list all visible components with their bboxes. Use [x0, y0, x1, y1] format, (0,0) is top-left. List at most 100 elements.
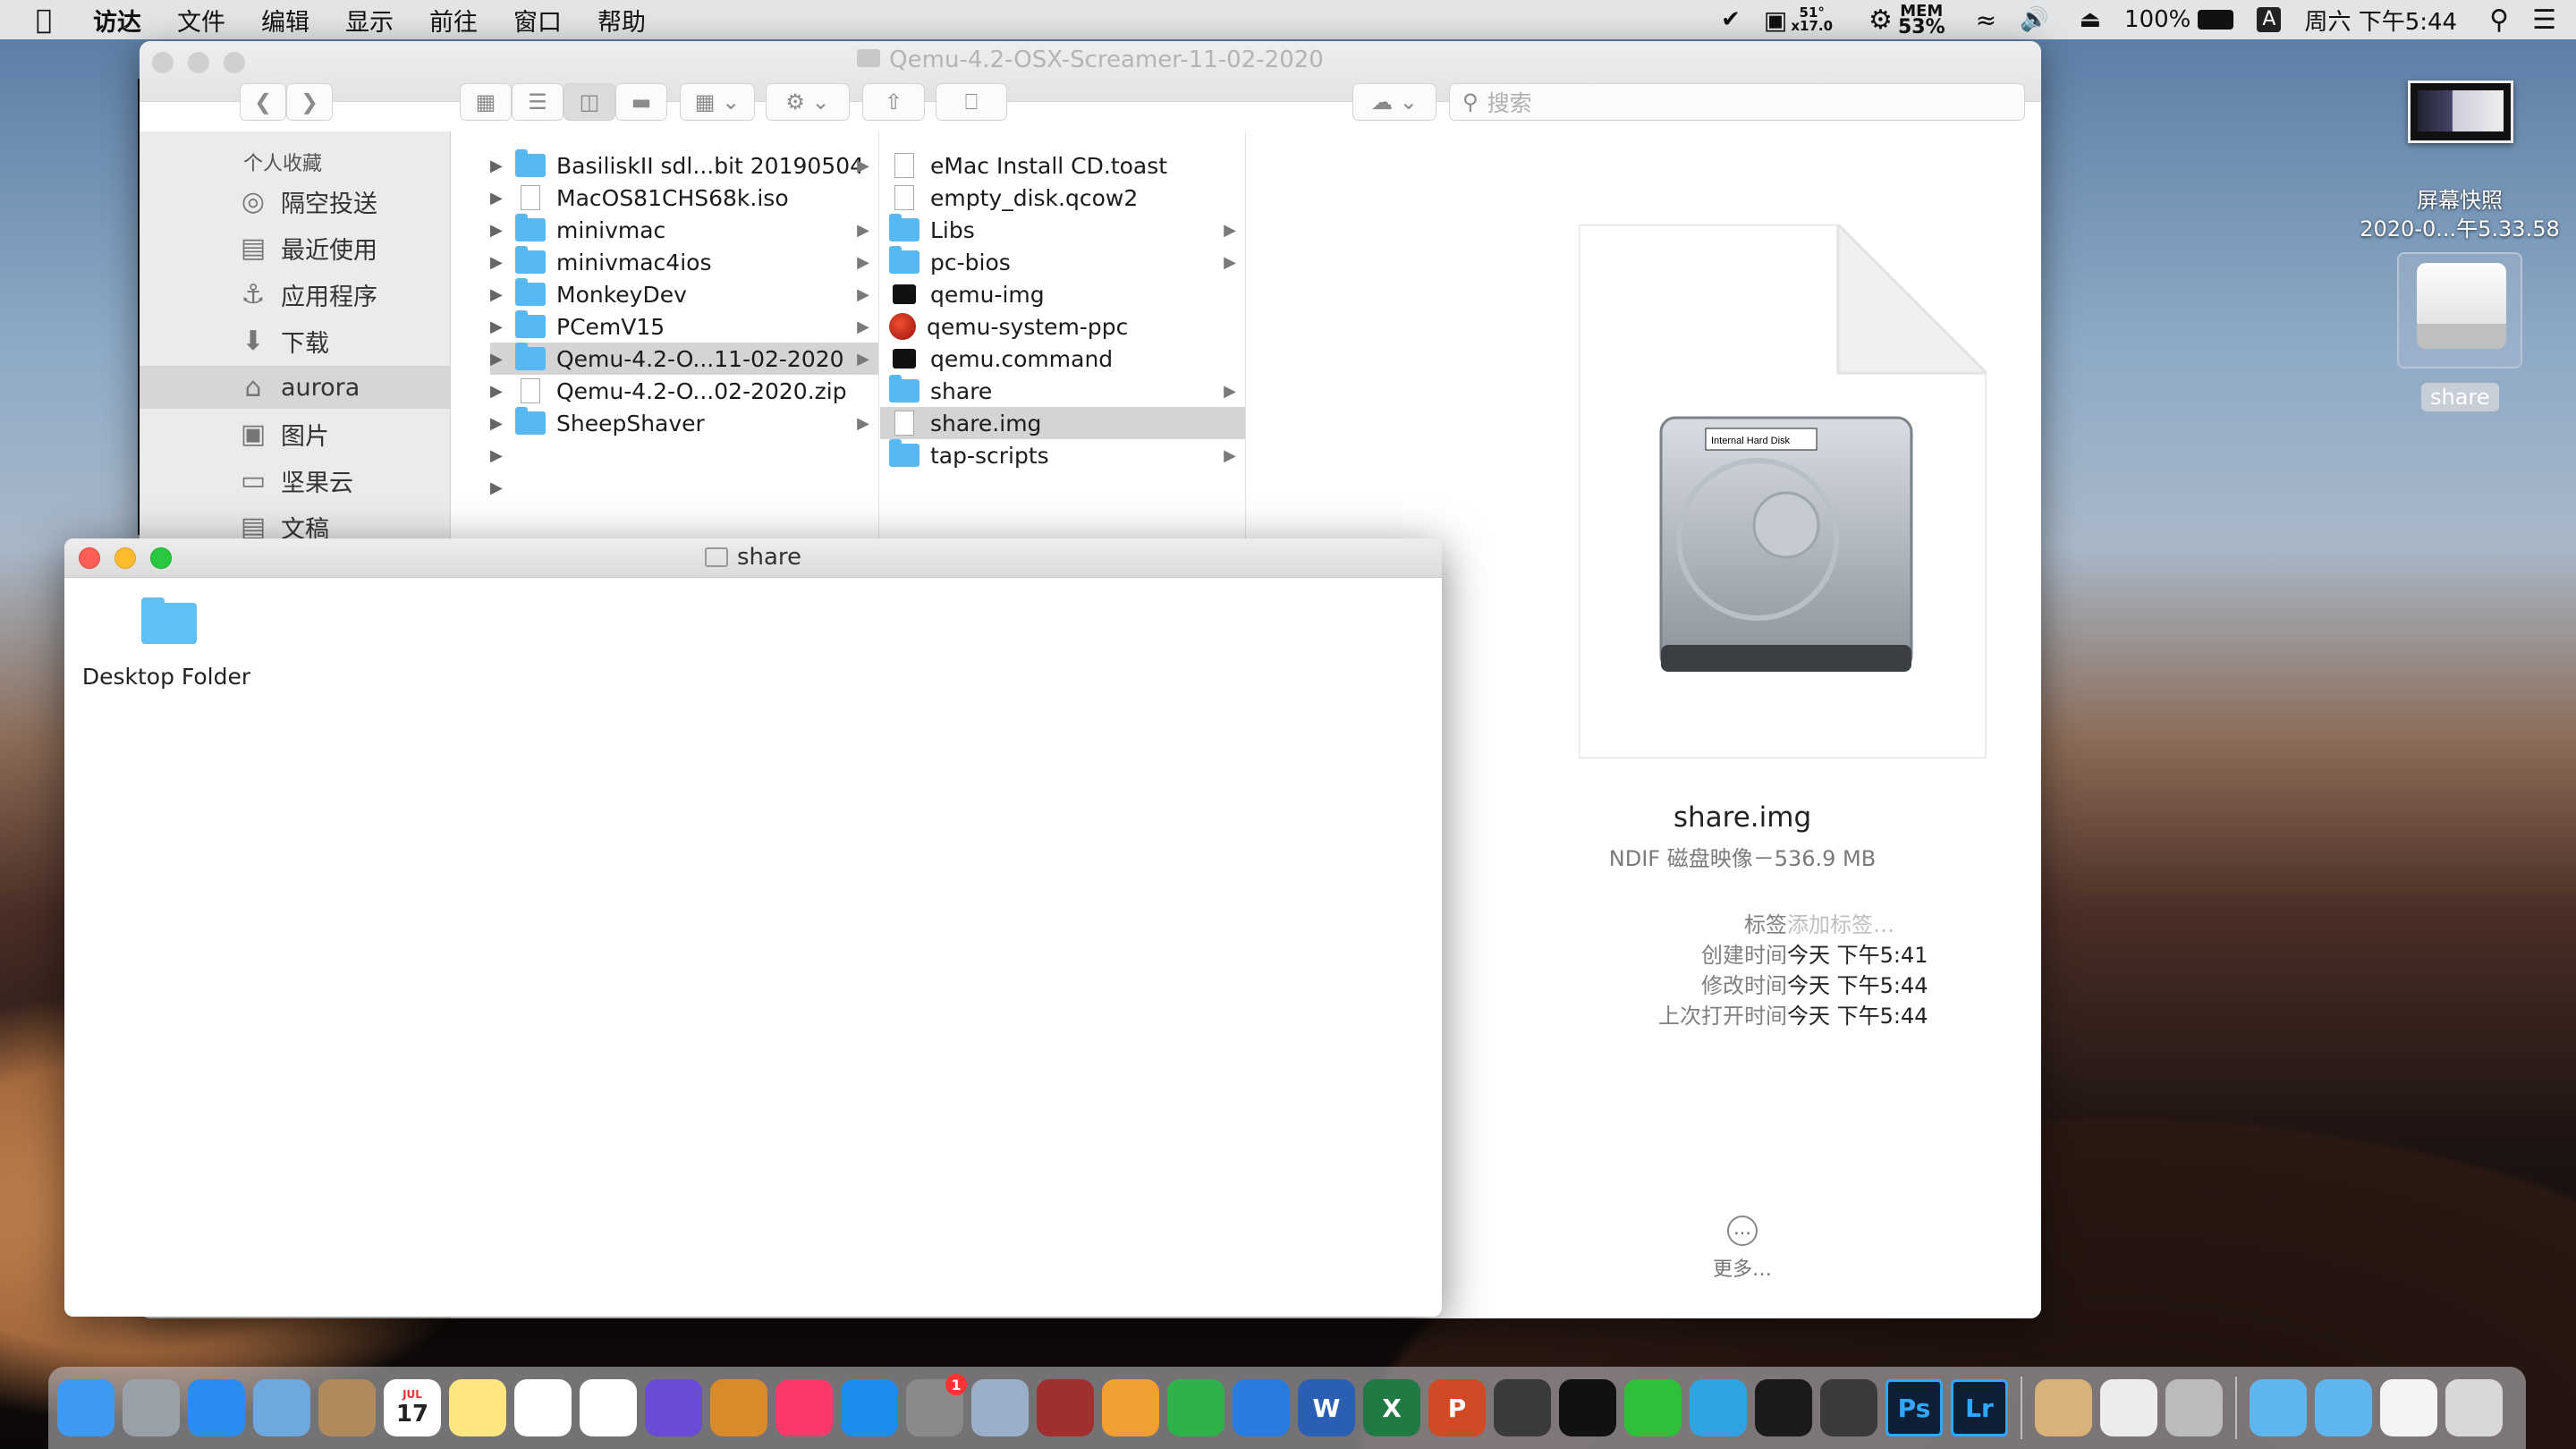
- dock-app-numbers[interactable]: [1167, 1379, 1224, 1436]
- disclosure-triangle-icon[interactable]: ▶: [490, 157, 515, 175]
- menu-app-name[interactable]: 访达: [93, 3, 141, 38]
- more-button[interactable]: … 更多…: [1444, 1215, 2041, 1282]
- disclosure-triangle-icon[interactable]: ▶: [490, 253, 515, 272]
- battery-percent[interactable]: 100%: [2124, 6, 2190, 33]
- file-row[interactable]: ▶ MacOS81CHS68k.iso: [490, 182, 878, 214]
- action-gear-button[interactable]: ⚙ ⌄: [766, 83, 850, 121]
- dock-app-imovie[interactable]: [645, 1379, 702, 1436]
- menubar-clock[interactable]: 周六 下午5:44: [2304, 4, 2457, 37]
- dock-app-image-capture[interactable]: [971, 1379, 1029, 1436]
- dock-app-keynote[interactable]: [1233, 1379, 1290, 1436]
- dock-app-finder[interactable]: [57, 1379, 114, 1436]
- file-row[interactable]: Libs ▶: [880, 214, 1245, 246]
- dock-app-excel[interactable]: X: [1363, 1379, 1420, 1436]
- dock-app-sublime-text[interactable]: [1494, 1379, 1551, 1436]
- dock-app-app-store[interactable]: [841, 1379, 898, 1436]
- icon-view-button[interactable]: ▦: [460, 83, 512, 121]
- menu-help[interactable]: 帮助: [597, 3, 646, 38]
- list-view-button[interactable]: ☰: [512, 83, 564, 121]
- tag-button[interactable]: ⎕: [936, 83, 1007, 121]
- memory-monitor[interactable]: ⚙ MEM 53%: [1868, 4, 1945, 38]
- file-row[interactable]: ▶ minivmac4ios ▶: [490, 246, 878, 278]
- dock-app-launchpad[interactable]: [123, 1379, 180, 1436]
- menu-file[interactable]: 文件: [177, 3, 225, 38]
- screenshot-thumbnail[interactable]: [2408, 80, 2513, 143]
- dock-app-notes[interactable]: [449, 1379, 506, 1436]
- dock-file[interactable]: [2380, 1379, 2437, 1436]
- dock-folder-applications[interactable]: [2250, 1379, 2307, 1436]
- disclosure-triangle-icon[interactable]: ▶: [490, 350, 515, 369]
- dock-app-photos[interactable]: [580, 1379, 637, 1436]
- file-row[interactable]: ▶ Qemu-4.2-O...02-2020.zip: [490, 375, 878, 407]
- file-row[interactable]: share.img: [880, 407, 1245, 439]
- notification-center-icon[interactable]: ☰: [2532, 4, 2556, 36]
- sidebar-item-recents[interactable]: ▤ 最近使用: [236, 226, 451, 269]
- column-view-button[interactable]: ◫: [564, 83, 615, 121]
- dock-app-lightroom[interactable]: Lr: [1951, 1379, 2008, 1436]
- disclosure-triangle-icon[interactable]: ▶: [490, 414, 515, 433]
- dock-app-system-preferences[interactable]: 1: [906, 1374, 967, 1436]
- disclosure-triangle-icon[interactable]: ▶: [490, 285, 515, 304]
- disclosure-triangle-icon[interactable]: ▶: [490, 439, 515, 471]
- eject-icon[interactable]: ⏏: [2079, 6, 2101, 33]
- menu-view[interactable]: 显示: [345, 3, 394, 38]
- dock-stack-utility[interactable]: [2165, 1379, 2223, 1436]
- dock-app-photoshop[interactable]: Ps: [1885, 1379, 1943, 1436]
- menu-go[interactable]: 前往: [429, 3, 478, 38]
- dock-app-telegram[interactable]: [1690, 1379, 1747, 1436]
- disclosure-triangle-icon[interactable]: ▶: [490, 221, 515, 240]
- dock-trash[interactable]: [2445, 1379, 2503, 1436]
- file-row[interactable]: ▶ BasiliskII sdl...bit 20190504 ▶: [490, 149, 878, 182]
- apple-menu-icon[interactable]: : [36, 4, 52, 36]
- desktop-folder-item[interactable]: Desktop Folder: [75, 592, 258, 692]
- dock-app-safari[interactable]: [188, 1379, 245, 1436]
- sidebar-item-downloads[interactable]: ⬇ 下载: [236, 319, 451, 362]
- cpu-monitor[interactable]: ▣ 51° x17.0: [1764, 5, 1833, 35]
- dock-app-reminders[interactable]: [514, 1379, 572, 1436]
- forward-button[interactable]: ❯: [286, 83, 333, 121]
- dock-app-quicktime[interactable]: [1820, 1379, 1877, 1436]
- gallery-view-button[interactable]: ▬: [615, 83, 667, 121]
- dock-folder-documents[interactable]: [2315, 1379, 2372, 1436]
- dropbox-menu-button[interactable]: ☁ ⌄: [1352, 83, 1436, 121]
- file-row[interactable]: ▶ minivmac ▶: [490, 214, 878, 246]
- sidebar-item-applications[interactable]: ⚓ 应用程序: [236, 273, 451, 316]
- dock-app-contacts[interactable]: [318, 1379, 376, 1436]
- menu-edit[interactable]: 编辑: [261, 3, 309, 38]
- dock-app-calendar[interactable]: JUL 17: [384, 1379, 441, 1436]
- sidebar-item-airdrop[interactable]: ◎ 隔空投送: [236, 180, 451, 223]
- back-button[interactable]: ❮: [240, 83, 286, 121]
- disclosure-triangle-icon[interactable]: ▶: [490, 189, 515, 208]
- menu-window[interactable]: 窗口: [513, 3, 562, 38]
- search-field[interactable]: ⚲ 搜索: [1449, 83, 2025, 121]
- dock-app-itunes[interactable]: [775, 1379, 833, 1436]
- file-row[interactable]: qemu-system-ppc: [880, 310, 1245, 343]
- dock-app-qq[interactable]: [1559, 1379, 1616, 1436]
- dock-stack-downloads[interactable]: [2035, 1379, 2092, 1436]
- dock-stack-documents[interactable]: [2100, 1379, 2157, 1436]
- file-row[interactable]: tap-scripts ▶: [880, 439, 1245, 471]
- scrobbler-icon[interactable]: ✔: [1721, 6, 1741, 33]
- share-button[interactable]: ⇧: [862, 83, 925, 121]
- sidebar-item-pictures[interactable]: ▣ 图片: [236, 412, 451, 455]
- wifi-icon[interactable]: ≈: [1976, 5, 1996, 35]
- spotlight-search-icon[interactable]: ⚲: [2489, 4, 2509, 36]
- dock-app-word[interactable]: W: [1298, 1379, 1355, 1436]
- file-row[interactable]: share ▶: [880, 375, 1245, 407]
- share-window[interactable]: share Desktop Folder: [64, 538, 1442, 1317]
- share-volume-icon[interactable]: [2397, 252, 2522, 369]
- disclosure-triangle-icon[interactable]: ▶: [490, 382, 515, 401]
- dock-app-preview[interactable]: [253, 1379, 310, 1436]
- file-row[interactable]: ▶ Qemu-4.2-O...11-02-2020 ▶: [490, 343, 878, 375]
- dock-app-wechat[interactable]: [1624, 1379, 1682, 1436]
- file-row[interactable]: empty_disk.qcow2: [880, 182, 1245, 214]
- file-row[interactable]: ▶ MonkeyDev ▶: [490, 278, 878, 310]
- file-row[interactable]: pc-bios ▶: [880, 246, 1245, 278]
- dock-app-dictionary[interactable]: [1037, 1379, 1094, 1436]
- disclosure-triangle-icon[interactable]: ▶: [490, 471, 515, 504]
- disclosure-triangle-icon[interactable]: ▶: [490, 318, 515, 336]
- file-row[interactable]: qemu.command: [880, 343, 1245, 375]
- input-source-icon[interactable]: A: [2257, 7, 2282, 32]
- file-row[interactable]: ▶ PCemV15 ▶: [490, 310, 878, 343]
- dock-app-pages[interactable]: [1102, 1379, 1159, 1436]
